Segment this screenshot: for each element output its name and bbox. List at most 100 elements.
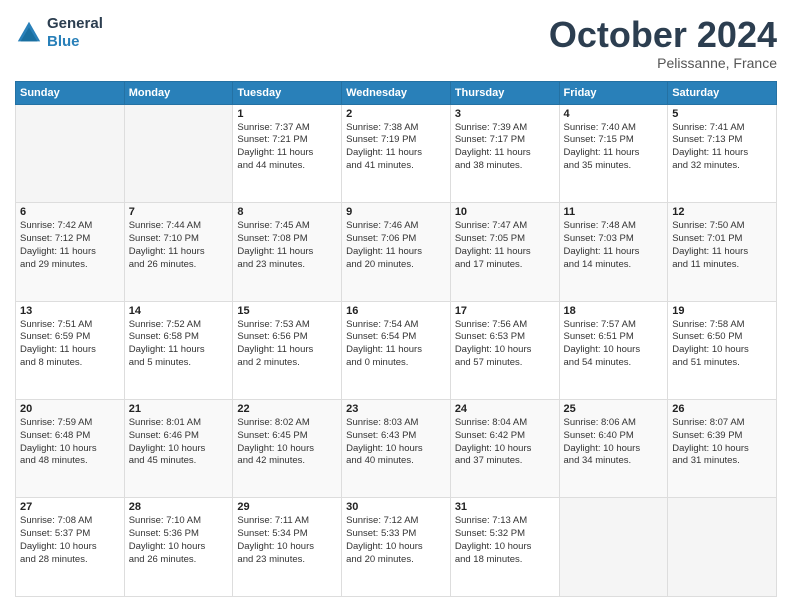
day-detail-5: Sunrise: 7:41 AM Sunset: 7:13 PM Dayligh… xyxy=(672,122,772,173)
header-sunday: Sunday xyxy=(16,81,125,104)
logo-general: General xyxy=(47,15,103,32)
location: Pelissanne, France xyxy=(549,55,777,71)
logo-blue: Blue xyxy=(47,33,80,50)
day-detail-29: Sunrise: 7:11 AM Sunset: 5:34 PM Dayligh… xyxy=(237,515,337,566)
cell-3-4: 24Sunrise: 8:04 AM Sunset: 6:42 PM Dayli… xyxy=(450,400,559,498)
title-block: October 2024 Pelissanne, France xyxy=(549,15,777,71)
week-row-3: 20 Sunrise: 7:59 AM Sunset: 6:48 PM Dayli… xyxy=(16,400,777,498)
cell-0-3: 2 Sunrise: 7:38 AM Sunset: 7:19 PM Daylig… xyxy=(342,104,451,202)
month-title: October 2024 xyxy=(549,15,777,55)
header-saturday: Saturday xyxy=(668,81,777,104)
cell-3-1: 21 Sunrise: 8:01 AM Sunset: 6:46 PM Dayli… xyxy=(124,400,233,498)
day-detail-10: Sunrise: 7:47 AM Sunset: 7:05 PM Dayligh… xyxy=(455,220,555,271)
day-num-2: 2 xyxy=(346,108,446,120)
day-detail-28: Sunrise: 7:10 AM Sunset: 5:36 PM Dayligh… xyxy=(129,515,229,566)
day-detail-11: Sunrise: 7:48 AM Sunset: 7:03 PM Dayligh… xyxy=(564,220,664,271)
day-num-11: 11 xyxy=(564,206,664,218)
header-friday: Friday xyxy=(559,81,668,104)
day-detail-12: Sunrise: 7:50 AM Sunset: 7:01 PM Dayligh… xyxy=(672,220,772,271)
cell-4-5 xyxy=(559,498,668,597)
day-num-9: 9 xyxy=(346,206,446,218)
day-detail-23: Sunrise: 8:03 AM Sunset: 6:43 PM Dayligh… xyxy=(346,417,446,468)
cell-4-0: 27 Sunrise: 7:08 AM Sunset: 5:37 PM Dayli… xyxy=(16,498,125,597)
header-tuesday: Tuesday xyxy=(233,81,342,104)
day-num-21: 21 xyxy=(129,403,229,415)
day-detail-20: Sunrise: 7:59 AM Sunset: 6:48 PM Dayligh… xyxy=(20,417,120,468)
day-detail-3: Sunrise: 7:39 AM Sunset: 7:17 PM Dayligh… xyxy=(455,122,555,173)
cell-1-3: 9 Sunrise: 7:46 AM Sunset: 7:06 PM Daylig… xyxy=(342,203,451,301)
day-num-25: 25 xyxy=(564,403,664,415)
week-row-4: 27 Sunrise: 7:08 AM Sunset: 5:37 PM Dayli… xyxy=(16,498,777,597)
day-num-4: 4 xyxy=(564,108,664,120)
cell-1-2: 8Sunrise: 7:45 AM Sunset: 7:08 PM Daylig… xyxy=(233,203,342,301)
cell-3-5: 25 Sunrise: 8:06 AM Sunset: 6:40 PM Dayli… xyxy=(559,400,668,498)
cell-1-6: 12Sunrise: 7:50 AM Sunset: 7:01 PM Dayli… xyxy=(668,203,777,301)
day-detail-30: Sunrise: 7:12 AM Sunset: 5:33 PM Dayligh… xyxy=(346,515,446,566)
day-num-22: 22 xyxy=(237,403,337,415)
day-detail-8: Sunrise: 7:45 AM Sunset: 7:08 PM Dayligh… xyxy=(237,220,337,271)
day-detail-19: Sunrise: 7:58 AM Sunset: 6:50 PM Dayligh… xyxy=(672,319,772,370)
day-num-13: 13 xyxy=(20,305,120,317)
day-detail-16: Sunrise: 7:54 AM Sunset: 6:54 PM Dayligh… xyxy=(346,319,446,370)
day-num-19: 19 xyxy=(672,305,772,317)
calendar-body: 1 Sunrise: 7:37 AM Sunset: 7:21 PM Daylig… xyxy=(16,104,777,596)
header-thursday: Thursday xyxy=(450,81,559,104)
header-monday: Monday xyxy=(124,81,233,104)
day-num-16: 16 xyxy=(346,305,446,317)
day-num-30: 30 xyxy=(346,501,446,513)
day-num-27: 27 xyxy=(20,501,120,513)
cell-3-3: 23 Sunrise: 8:03 AM Sunset: 6:43 PM Dayli… xyxy=(342,400,451,498)
cell-4-6 xyxy=(668,498,777,597)
day-detail-4: Sunrise: 7:40 AM Sunset: 7:15 PM Dayligh… xyxy=(564,122,664,173)
week-row-1: 6 Sunrise: 7:42 AM Sunset: 7:12 PM Daylig… xyxy=(16,203,777,301)
day-detail-21: Sunrise: 8:01 AM Sunset: 6:46 PM Dayligh… xyxy=(129,417,229,468)
day-num-17: 17 xyxy=(455,305,555,317)
day-detail-6: Sunrise: 7:42 AM Sunset: 7:12 PM Dayligh… xyxy=(20,220,120,271)
cell-2-4: 17Sunrise: 7:56 AM Sunset: 6:53 PM Dayli… xyxy=(450,301,559,399)
day-detail-2: Sunrise: 7:38 AM Sunset: 7:19 PM Dayligh… xyxy=(346,122,446,173)
day-detail-15: Sunrise: 7:53 AM Sunset: 6:56 PM Dayligh… xyxy=(237,319,337,370)
week-row-0: 1 Sunrise: 7:37 AM Sunset: 7:21 PM Daylig… xyxy=(16,104,777,202)
day-detail-27: Sunrise: 7:08 AM Sunset: 5:37 PM Dayligh… xyxy=(20,515,120,566)
day-detail-31: Sunrise: 7:13 AM Sunset: 5:32 PM Dayligh… xyxy=(455,515,555,566)
day-detail-22: Sunrise: 8:02 AM Sunset: 6:45 PM Dayligh… xyxy=(237,417,337,468)
cell-1-1: 7Sunrise: 7:44 AM Sunset: 7:10 PM Daylig… xyxy=(124,203,233,301)
header: General Blue October 2024 Pelissanne, Fr… xyxy=(15,15,777,71)
day-num-20: 20 xyxy=(20,403,120,415)
cell-3-0: 20 Sunrise: 7:59 AM Sunset: 6:48 PM Dayli… xyxy=(16,400,125,498)
day-num-1: 1 xyxy=(237,108,337,120)
day-num-7: 7 xyxy=(129,206,229,218)
page: General Blue October 2024 Pelissanne, Fr… xyxy=(0,0,792,612)
day-num-29: 29 xyxy=(237,501,337,513)
day-num-23: 23 xyxy=(346,403,446,415)
cell-4-3: 30 Sunrise: 7:12 AM Sunset: 5:33 PM Dayli… xyxy=(342,498,451,597)
day-num-31: 31 xyxy=(455,501,555,513)
cell-2-3: 16 Sunrise: 7:54 AM Sunset: 6:54 PM Dayli… xyxy=(342,301,451,399)
cell-1-0: 6 Sunrise: 7:42 AM Sunset: 7:12 PM Daylig… xyxy=(16,203,125,301)
day-detail-9: Sunrise: 7:46 AM Sunset: 7:06 PM Dayligh… xyxy=(346,220,446,271)
weekday-header-row: Sunday Monday Tuesday Wednesday Thursday… xyxy=(16,81,777,104)
day-num-6: 6 xyxy=(20,206,120,218)
cell-4-4: 31 Sunrise: 7:13 AM Sunset: 5:32 PM Dayli… xyxy=(450,498,559,597)
day-num-24: 24 xyxy=(455,403,555,415)
day-detail-13: Sunrise: 7:51 AM Sunset: 6:59 PM Dayligh… xyxy=(20,319,120,370)
cell-0-1 xyxy=(124,104,233,202)
calendar-table: Sunday Monday Tuesday Wednesday Thursday… xyxy=(15,81,777,597)
cell-0-5: 4 Sunrise: 7:40 AM Sunset: 7:15 PM Daylig… xyxy=(559,104,668,202)
cell-1-4: 10 Sunrise: 7:47 AM Sunset: 7:05 PM Dayli… xyxy=(450,203,559,301)
day-num-3: 3 xyxy=(455,108,555,120)
cell-2-0: 13 Sunrise: 7:51 AM Sunset: 6:59 PM Dayli… xyxy=(16,301,125,399)
day-num-18: 18 xyxy=(564,305,664,317)
day-detail-18: Sunrise: 7:57 AM Sunset: 6:51 PM Dayligh… xyxy=(564,319,664,370)
cell-0-0 xyxy=(16,104,125,202)
cell-2-5: 18 Sunrise: 7:57 AM Sunset: 6:51 PM Dayli… xyxy=(559,301,668,399)
logo-icon xyxy=(15,19,43,47)
cell-0-4: 3 Sunrise: 7:39 AM Sunset: 7:17 PM Daylig… xyxy=(450,104,559,202)
day-detail-1: Sunrise: 7:37 AM Sunset: 7:21 PM Dayligh… xyxy=(237,122,337,173)
day-num-15: 15 xyxy=(237,305,337,317)
day-num-26: 26 xyxy=(672,403,772,415)
day-detail-25: Sunrise: 8:06 AM Sunset: 6:40 PM Dayligh… xyxy=(564,417,664,468)
cell-4-2: 29 Sunrise: 7:11 AM Sunset: 5:34 PM Dayli… xyxy=(233,498,342,597)
day-detail-14: Sunrise: 7:52 AM Sunset: 6:58 PM Dayligh… xyxy=(129,319,229,370)
day-num-10: 10 xyxy=(455,206,555,218)
